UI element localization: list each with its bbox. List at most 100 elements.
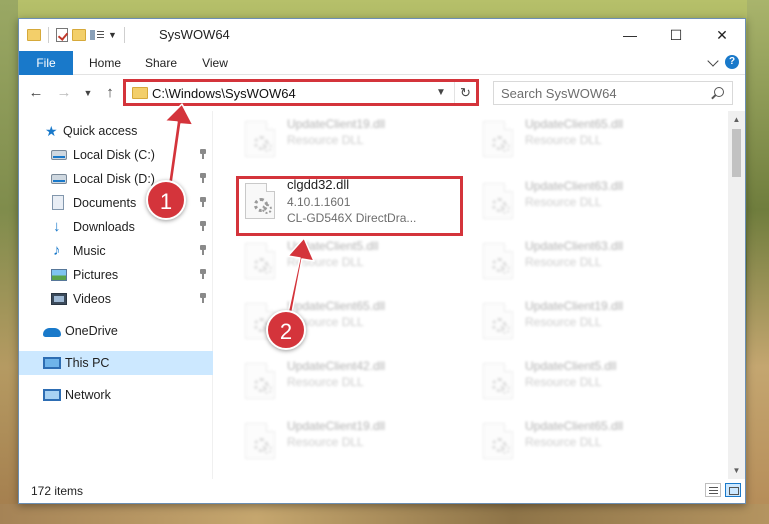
search-icon[interactable] (714, 87, 724, 97)
customize-toolbar-chevron-icon[interactable]: ▼ (108, 30, 117, 40)
videos-icon (51, 293, 67, 305)
minimize-button[interactable]: — (607, 19, 653, 51)
file-tile[interactable]: UpdateClient63.dll Resource DLL (477, 235, 677, 283)
file-type: Resource DLL (287, 435, 364, 449)
file-type: Resource DLL (525, 195, 602, 209)
desktop-background-left (0, 0, 18, 524)
search-input[interactable] (494, 82, 704, 104)
file-name: UpdateClient63.dll (525, 179, 624, 193)
title-bar: ▼ SysWOW64 — ☐ ✕ (19, 19, 745, 51)
sidebar-item-downloads[interactable]: ↓ Downloads (19, 215, 213, 239)
tab-share[interactable]: Share (137, 51, 185, 75)
sidebar-item-label: Downloads (73, 220, 135, 234)
drive-icon (51, 150, 67, 160)
pin-icon (199, 149, 207, 159)
scroll-down-icon[interactable]: ▼ (728, 462, 745, 479)
file-name: UpdateClient65.dll (525, 117, 624, 131)
music-icon: ♪ (53, 242, 61, 259)
desktop-background-bottom (0, 504, 769, 524)
scrollbar-thumb[interactable] (732, 129, 741, 177)
file-highlight (236, 176, 463, 236)
up-arrow-icon[interactable]: ↑ (101, 81, 119, 105)
details-view-icon[interactable] (705, 483, 721, 497)
star-icon: ★ (45, 123, 58, 139)
sidebar-item-label: Quick access (63, 124, 138, 138)
vertical-scrollbar[interactable]: ▲ ▼ (728, 111, 745, 479)
sidebar-item-local-disk-c[interactable]: Local Disk (C:) (19, 143, 213, 167)
pin-icon (199, 173, 207, 183)
sidebar-item-music[interactable]: ♪ Music (19, 239, 213, 263)
dll-file-icon (483, 183, 513, 219)
maximize-button[interactable]: ☐ (653, 19, 699, 51)
file-type: Resource DLL (525, 375, 602, 389)
file-tile[interactable]: UpdateClient42.dll Resource DLL (239, 355, 439, 403)
quick-access-toolbar: ▼ (27, 27, 128, 43)
search-box[interactable] (493, 81, 733, 105)
tiles-view-icon[interactable] (725, 483, 741, 497)
pin-icon (199, 221, 207, 231)
tab-home[interactable]: Home (81, 51, 129, 75)
file-tile[interactable]: UpdateClient19.dll Resource DLL (239, 415, 439, 463)
file-type: Resource DLL (525, 133, 602, 147)
ribbon-tabs: File Home Share View ? (19, 51, 745, 75)
properties-check-icon[interactable] (56, 28, 68, 42)
folder-icon (27, 29, 41, 41)
file-name: UpdateClient42.dll (287, 359, 386, 373)
sidebar-item-pictures[interactable]: Pictures (19, 263, 213, 287)
network-icon (43, 389, 61, 401)
help-icon[interactable]: ? (725, 55, 739, 69)
file-type: Resource DLL (525, 315, 602, 329)
file-tile[interactable]: UpdateClient19.dll Resource DLL (239, 113, 439, 161)
file-tile[interactable]: UpdateClient5.dll Resource DLL (477, 355, 677, 403)
file-name: UpdateClient19.dll (287, 419, 386, 433)
file-tile[interactable]: UpdateClient65.dll Resource DLL (477, 113, 677, 161)
address-bar-highlight (123, 79, 479, 106)
sidebar-item-this-pc[interactable]: This PC (19, 351, 213, 375)
new-folder-icon[interactable] (72, 29, 86, 41)
tab-view[interactable]: View (193, 51, 237, 75)
sidebar-item-label: This PC (65, 356, 110, 370)
close-button[interactable]: ✕ (699, 19, 745, 51)
recent-locations-chevron-icon[interactable]: ▼ (79, 81, 97, 105)
sidebar-item-label: Music (73, 244, 106, 258)
sidebar-item-label: Local Disk (D:) (73, 172, 155, 186)
file-type: Resource DLL (287, 133, 364, 147)
window-controls: — ☐ ✕ (607, 19, 745, 51)
ribbon-right-controls: ? (707, 54, 739, 69)
file-name: UpdateClient5.dll (525, 359, 617, 373)
pin-icon (199, 245, 207, 255)
file-type: Resource DLL (287, 375, 364, 389)
file-tile[interactable]: UpdateClient63.dll Resource DLL (477, 175, 677, 223)
file-tile[interactable]: UpdateClient5.dll Resource DLL (239, 235, 439, 283)
sidebar-item-network[interactable]: Network (19, 383, 213, 407)
computer-icon (43, 357, 61, 369)
sidebar-item-local-disk-d[interactable]: Local Disk (D:) (19, 167, 213, 191)
dll-file-icon (245, 363, 275, 399)
dll-file-icon (483, 121, 513, 157)
step-2-badge: 2 (266, 310, 306, 350)
sidebar-item-onedrive[interactable]: OneDrive (19, 319, 213, 343)
file-type: Resource DLL (525, 435, 602, 449)
properties-icon[interactable] (90, 29, 104, 41)
sidebar-item-label: Videos (73, 292, 111, 306)
navigation-pane: ★ Quick access Local Disk (C:) Local Dis… (19, 111, 213, 479)
forward-arrow-icon[interactable]: → (55, 81, 73, 105)
pictures-icon (51, 269, 67, 281)
scroll-up-icon[interactable]: ▲ (728, 111, 745, 128)
file-tile[interactable]: UpdateClient19.dll Resource DLL (477, 295, 677, 343)
dll-file-icon (483, 243, 513, 279)
file-name: UpdateClient19.dll (287, 117, 386, 131)
tab-file[interactable]: File (19, 51, 73, 75)
back-arrow-icon[interactable]: ← (27, 81, 45, 105)
sidebar-item-videos[interactable]: Videos (19, 287, 213, 311)
sidebar-item-label: Network (65, 388, 111, 402)
toolbar-divider (123, 27, 125, 43)
sidebar-item-quick-access[interactable]: ★ Quick access (19, 119, 213, 143)
file-tile[interactable]: UpdateClient65.dll Resource DLL (477, 415, 677, 463)
file-type: Resource DLL (525, 255, 602, 269)
dll-file-icon (483, 423, 513, 459)
download-icon: ↓ (53, 218, 61, 235)
dll-file-icon (245, 423, 275, 459)
expand-ribbon-chevron-icon[interactable] (707, 54, 719, 67)
file-name: UpdateClient63.dll (525, 239, 624, 253)
